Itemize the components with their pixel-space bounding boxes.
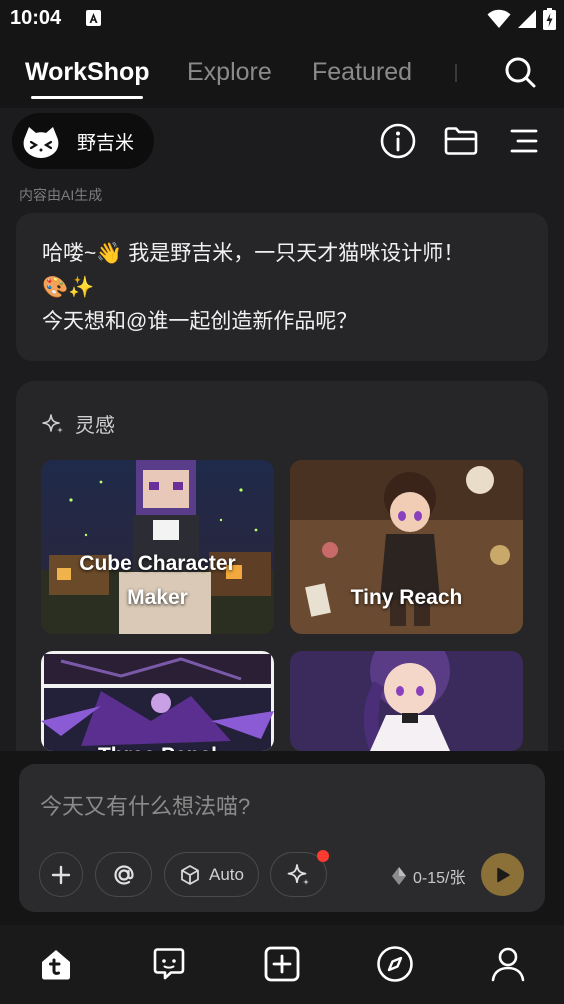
inspiration-title: 灵感	[75, 415, 115, 437]
inspiration-header: 灵感	[41, 409, 115, 438]
tab-explore[interactable]: Explore	[187, 58, 272, 87]
tile-label-line-1: Three Panel	[41, 739, 274, 751]
tile-label-line-1: Cube Character	[79, 552, 236, 575]
bottom-nav	[0, 925, 564, 1004]
nav-messages[interactable]	[148, 943, 190, 985]
greeting-line-2: 🎨✨	[42, 276, 95, 299]
tile-label-line-1: Tiny Reach	[350, 586, 463, 609]
tile-label-line-2: Maker	[127, 586, 188, 609]
profile-icon	[491, 947, 525, 982]
greeting-line-1: 哈喽~👋 我是野吉米，一只天才猫咪设计师！	[42, 242, 465, 265]
mention-button[interactable]	[95, 852, 152, 897]
nav-create[interactable]	[261, 943, 303, 985]
inspiration-tile[interactable]: Three Panel	[41, 651, 274, 751]
home-icon	[42, 950, 70, 980]
composer: 今天又有什么想法喵? Auto 0-15/张	[19, 764, 545, 912]
credits-indicator: 0-15/张	[391, 864, 465, 888]
compass-icon	[377, 946, 413, 982]
cat-avatar-icon	[23, 127, 59, 158]
inspiration-tile[interactable]	[290, 651, 523, 751]
nav-discover[interactable]	[374, 943, 416, 985]
tab-divider	[455, 64, 457, 82]
plus-icon	[51, 865, 71, 884]
workshop-content: 野吉米 内容由AI生成 哈喽~👋 我是野吉米，一只天才猫咪设计师！ 🎨✨ 今天想…	[0, 108, 564, 751]
signal-icon	[518, 10, 536, 28]
purple-hair-doll-image	[290, 651, 523, 751]
message-icon	[153, 948, 185, 980]
battery-charging-icon	[543, 8, 556, 30]
status-icons	[487, 8, 556, 30]
send-icon	[496, 867, 510, 882]
inspiration-button[interactable]	[270, 850, 329, 897]
notification-a-icon	[86, 10, 101, 26]
search-icon[interactable]	[503, 55, 537, 89]
active-tab-indicator	[31, 96, 143, 99]
info-icon[interactable]	[379, 122, 417, 160]
notification-dot	[317, 850, 329, 862]
wifi-icon	[487, 9, 511, 28]
composer-area: 今天又有什么想法喵? Auto 0-15/张	[0, 751, 564, 925]
greeting-line-3: 今天想和@谁一起创造新作品呢？	[42, 310, 358, 333]
auto-label: Auto	[209, 864, 244, 884]
sparkle-icon	[42, 413, 63, 433]
status-time: 10:04	[10, 7, 62, 29]
inspiration-tile[interactable]: Cube Character Maker	[41, 460, 274, 634]
diamond-icon	[392, 867, 406, 885]
greeting-message: 哈喽~👋 我是野吉米，一只天才猫咪设计师！ 🎨✨ 今天想和@谁一起创造新作品呢？	[16, 213, 548, 361]
add-button[interactable]	[39, 852, 83, 897]
send-button[interactable]	[481, 853, 524, 896]
top-tab-bar: WorkShop Explore Featured	[0, 38, 564, 108]
agent-selector[interactable]: 野吉米	[12, 113, 154, 169]
nav-home[interactable]	[35, 943, 77, 985]
three-panel-image	[41, 651, 274, 751]
agent-name: 野吉米	[77, 132, 135, 154]
create-icon	[264, 946, 300, 982]
message-input[interactable]: 今天又有什么想法喵?	[40, 789, 250, 821]
inspiration-card: 灵感 Cube Character Maker Tiny Reach	[16, 381, 548, 751]
nav-profile[interactable]	[487, 943, 529, 985]
credits-text: 0-15/张	[413, 870, 466, 887]
tab-featured[interactable]: Featured	[312, 58, 412, 87]
tab-workshop[interactable]: WorkShop	[25, 58, 150, 87]
sparkle-icon	[287, 863, 309, 885]
status-bar: 10:04	[0, 0, 564, 38]
ai-generated-note: 内容由AI生成	[19, 187, 103, 203]
at-icon	[113, 864, 134, 885]
inspiration-tile[interactable]: Tiny Reach	[290, 460, 523, 634]
folder-icon[interactable]	[442, 122, 480, 160]
model-auto-selector[interactable]: Auto	[164, 852, 259, 897]
menu-icon[interactable]	[505, 122, 543, 160]
cube-icon	[181, 864, 199, 885]
